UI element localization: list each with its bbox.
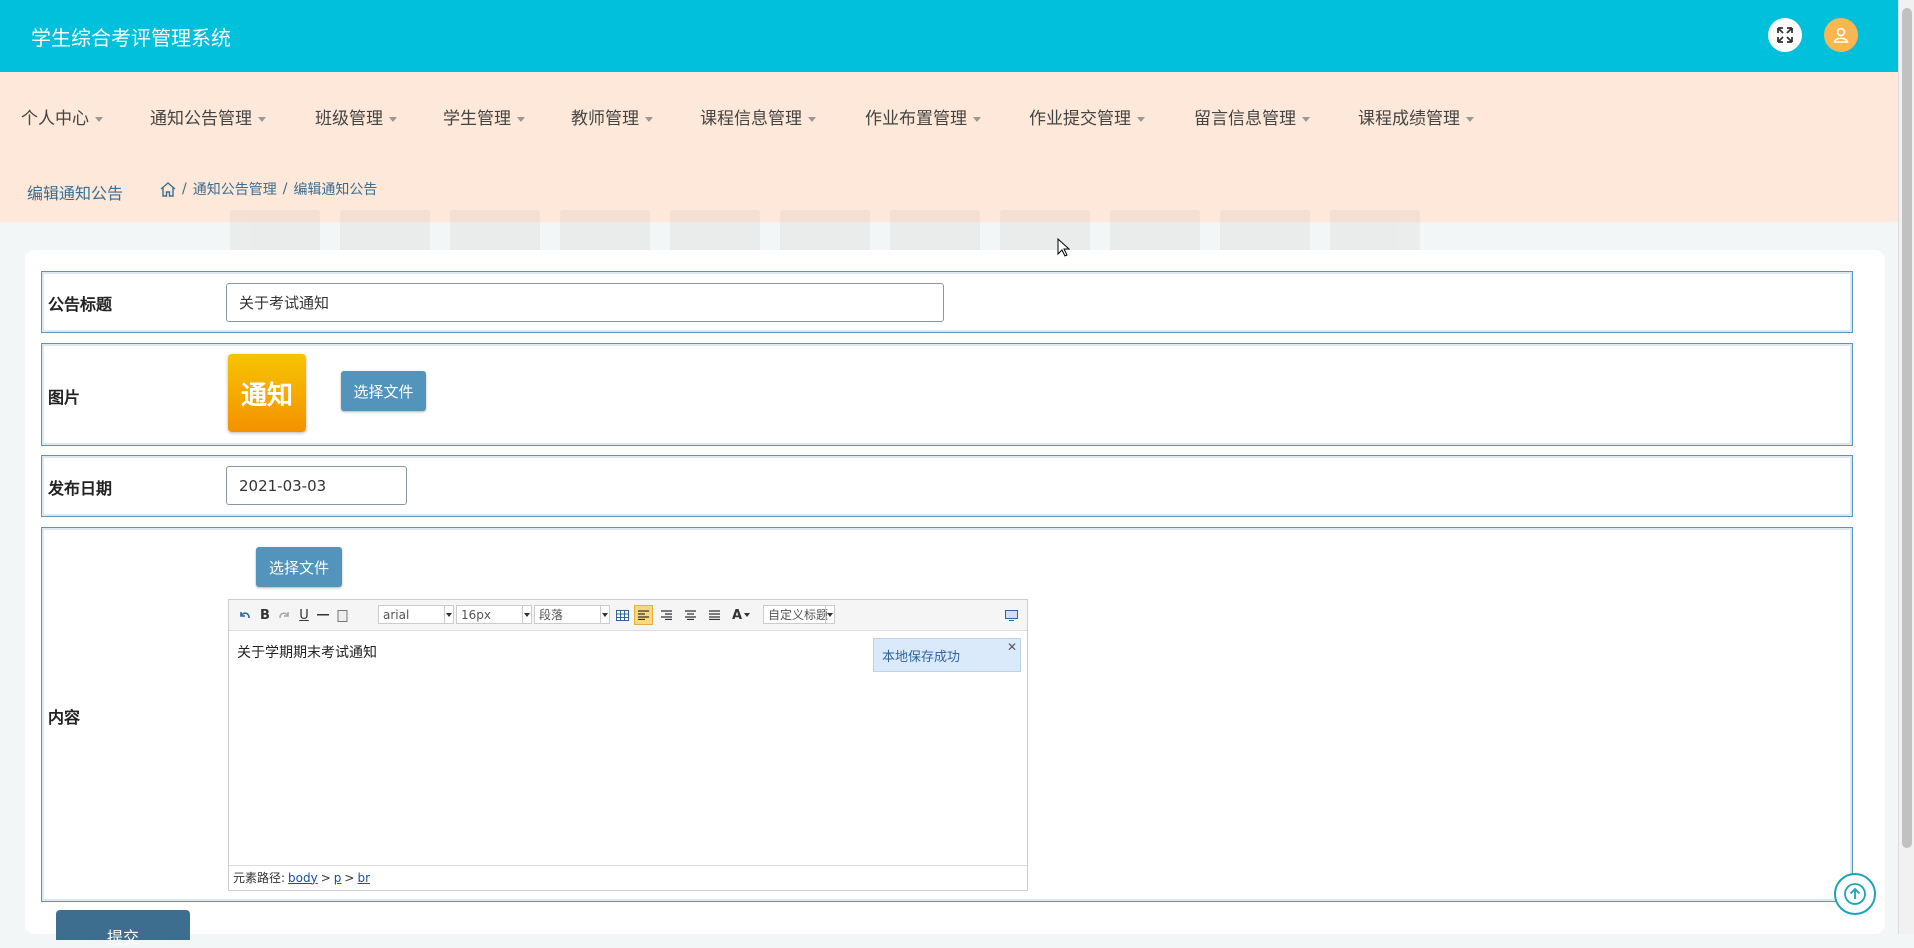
close-icon[interactable]: ✕ (1007, 640, 1017, 654)
align-justify-icon[interactable] (706, 605, 722, 625)
date-label: 发布日期 (48, 479, 113, 498)
page-scrollbar[interactable] (1898, 0, 1914, 934)
content-label: 内容 (48, 708, 81, 727)
title-label: 公告标题 (48, 295, 113, 314)
chevron-down-icon (522, 606, 531, 623)
fullscreen-button[interactable] (1768, 18, 1802, 52)
chevron-down-icon (600, 606, 609, 623)
chevron-down-icon (825, 606, 834, 623)
custom-title-select[interactable]: 自定义标题 (763, 605, 835, 624)
user-icon (1833, 27, 1849, 43)
path-body-link[interactable]: body (288, 871, 318, 885)
app-title: 学生综合考评管理系统 (31, 26, 231, 50)
font-size-select[interactable]: 16px (456, 605, 532, 624)
title-input[interactable]: 关于考试通知 (226, 283, 944, 322)
element-path-label: 元素路径: (233, 871, 286, 885)
submit-button[interactable]: 提交 (56, 910, 190, 947)
font-family-select[interactable]: arial (378, 605, 454, 624)
undo-icon[interactable] (236, 605, 252, 625)
paragraph-select[interactable]: 段落 (534, 605, 610, 624)
image-row: 图片 (41, 343, 1853, 446)
image-label: 图片 (48, 388, 81, 407)
choose-content-file-button[interactable]: 选择文件 (256, 547, 342, 587)
expand-icon (1777, 27, 1793, 43)
align-left-icon[interactable] (634, 605, 653, 625)
editor-content[interactable]: 关于学期期末考试通知 (237, 642, 377, 662)
scrollbar-thumb[interactable] (1902, 8, 1912, 848)
bold-icon[interactable]: B (257, 605, 273, 625)
date-input[interactable]: 2021-03-03 (226, 466, 407, 505)
horizontal-rule-icon[interactable] (315, 605, 331, 625)
top-header: 学生综合考评管理系统 (0, 0, 1898, 72)
path-p-link[interactable]: p (334, 871, 342, 885)
choose-image-button[interactable]: 选择文件 (341, 371, 426, 411)
notice-image: 通知 (228, 354, 306, 432)
chevron-down-icon (444, 606, 453, 623)
align-right-icon[interactable] (658, 605, 674, 625)
user-menu-button[interactable] (1824, 18, 1858, 52)
redo-icon[interactable] (276, 605, 292, 625)
local-save-tip: 本地保存成功 ✕ (873, 638, 1021, 672)
arrow-up-icon (1844, 883, 1866, 905)
path-br-link[interactable]: br (357, 871, 370, 885)
preview-icon[interactable] (1003, 605, 1019, 625)
mouse-cursor-icon (1057, 238, 1071, 257)
table-icon[interactable] (614, 605, 630, 625)
editor-status-bar: 元素路径: body > p > br (229, 865, 1027, 889)
editor-toolbar: B U arial 16px 段落 A 自定义标题 (229, 600, 1027, 631)
back-to-top-button[interactable] (1834, 873, 1876, 915)
underline-icon[interactable]: U (296, 605, 312, 625)
clipboard-icon[interactable] (334, 605, 350, 625)
font-color-icon[interactable]: A (731, 605, 751, 625)
rich-text-editor: B U arial 16px 段落 A 自定义标题 关于学期期末考试通知 本地保… (228, 599, 1028, 891)
align-center-icon[interactable] (682, 605, 698, 625)
